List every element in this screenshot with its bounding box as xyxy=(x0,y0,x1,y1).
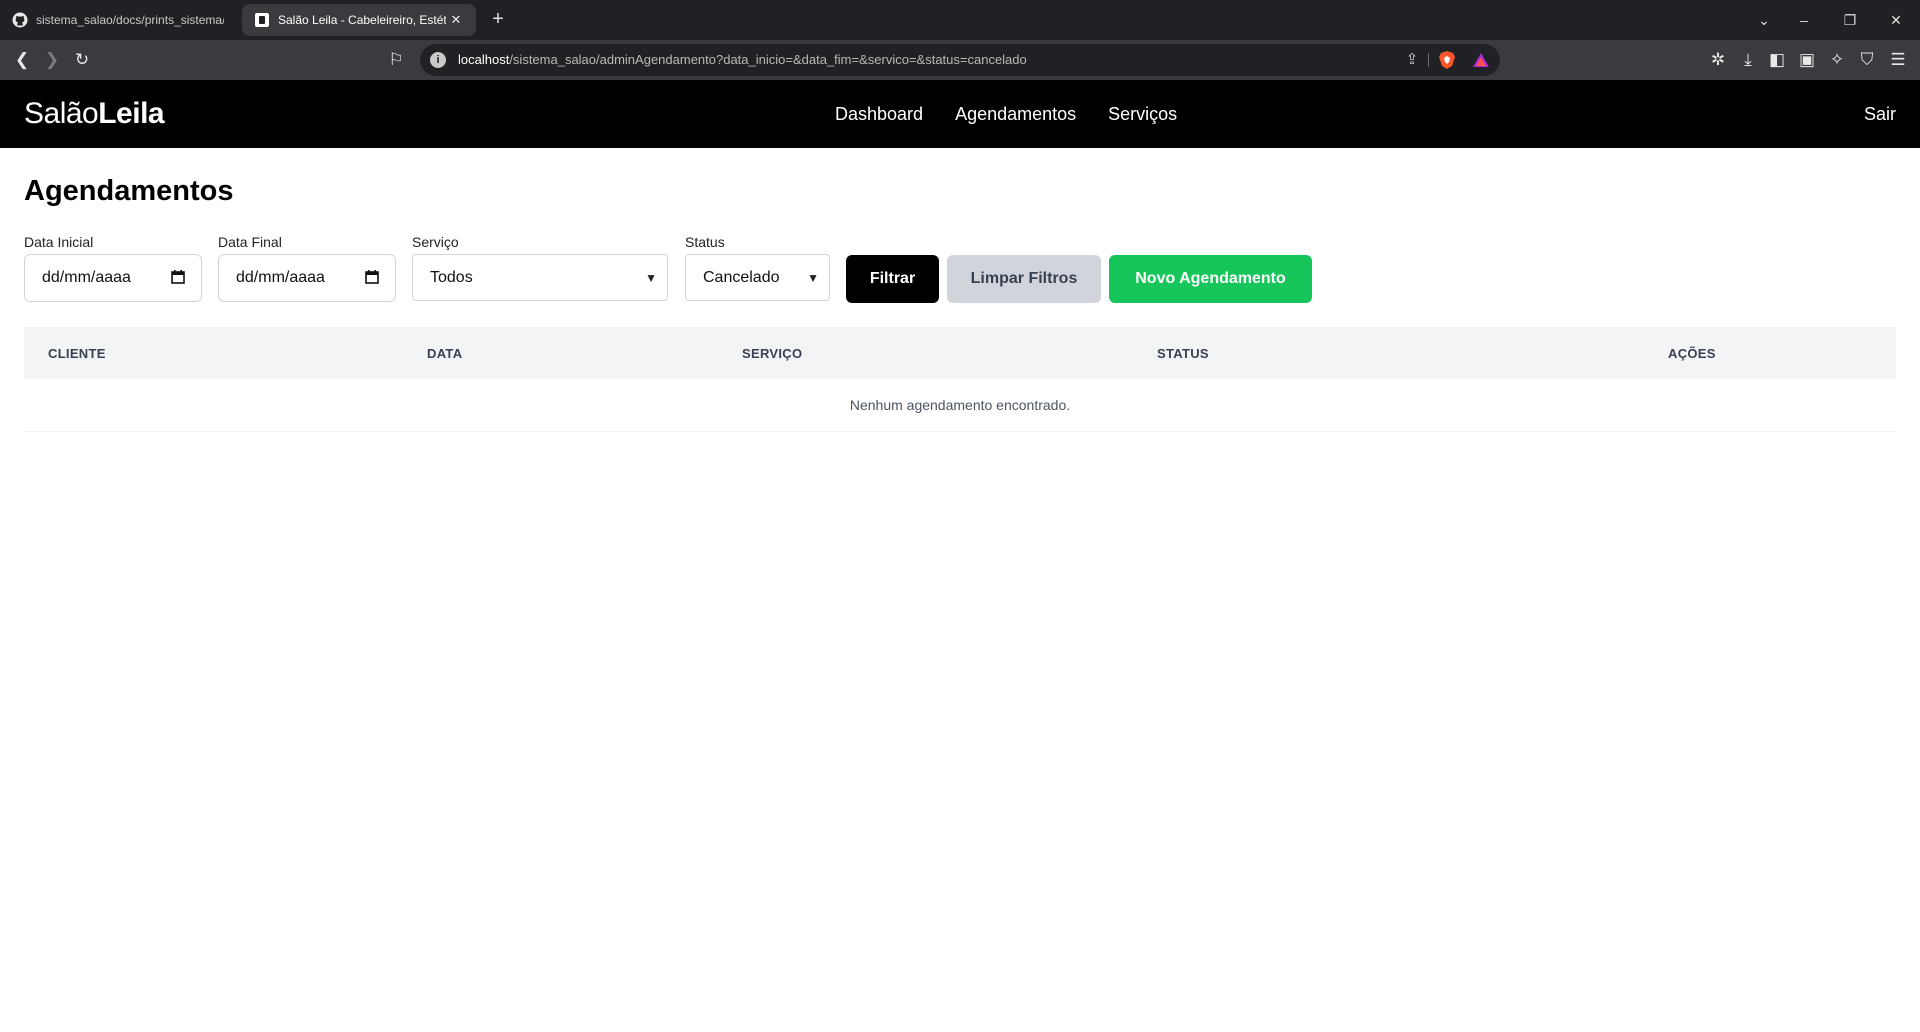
data-final-label: Data Final xyxy=(218,234,282,250)
divider xyxy=(1428,53,1429,67)
bookmark-icon[interactable]: ⚐ xyxy=(384,48,408,72)
site-logo[interactable]: SalãoLeila xyxy=(24,97,165,131)
filters-form: Data Inicial dd/mm/aaaa Data Final dd/mm… xyxy=(24,234,1424,303)
appointments-table: CLIENTE DATA SERVIÇO STATUS AÇÕES Nenhum… xyxy=(24,327,1896,432)
tab-title: sistema_salao/docs/prints_sistema/C xyxy=(36,13,224,27)
tab-search-chevron-icon[interactable]: ⌄ xyxy=(1752,8,1776,32)
data-inicial-value: dd/mm/aaaa xyxy=(42,269,131,286)
servico-select[interactable]: Todos ▼ xyxy=(412,254,668,301)
brave-rewards-icon[interactable] xyxy=(1472,50,1490,70)
address-bar[interactable]: i localhost/sistema_salao/adminAgendamen… xyxy=(420,44,1500,76)
sidebar-icon[interactable]: ◧ xyxy=(1765,48,1789,72)
reload-icon[interactable]: ↻ xyxy=(70,48,94,72)
status-select[interactable]: Cancelado ▼ xyxy=(685,254,830,301)
browser-toolbar: ❮ ❯ ↻ ⚐ i localhost/sistema_salao/adminA… xyxy=(0,40,1920,80)
github-icon xyxy=(12,12,28,28)
url-host: localhost xyxy=(458,52,510,67)
url-path: /sistema_salao/adminAgendamento?data_ini… xyxy=(509,52,1027,67)
downloads-icon[interactable]: ⤓ xyxy=(1736,48,1760,72)
menu-icon[interactable]: ☰ xyxy=(1886,48,1910,72)
chevron-down-icon: ▼ xyxy=(645,271,657,285)
extensions-icon[interactable]: ✲ xyxy=(1706,48,1730,72)
logo-bold: Leila xyxy=(98,97,165,130)
empty-message: Nenhum agendamento encontrado. xyxy=(24,379,1896,432)
nav-agendamentos[interactable]: Agendamentos xyxy=(955,104,1076,125)
data-final-value: dd/mm/aaaa xyxy=(236,269,325,286)
leo-ai-icon[interactable]: ✧ xyxy=(1825,48,1849,72)
close-window-icon[interactable]: ✕ xyxy=(1884,8,1908,32)
filter-data-final: Data Final dd/mm/aaaa xyxy=(218,234,396,302)
calendar-icon[interactable] xyxy=(171,270,185,284)
nav-dashboard[interactable]: Dashboard xyxy=(835,104,923,125)
appointments-table-container: CLIENTE DATA SERVIÇO STATUS AÇÕES Nenhum… xyxy=(24,327,1896,432)
main-nav: Dashboard Agendamentos Serviços xyxy=(835,104,1209,125)
column-header-servico: SERVIÇO xyxy=(742,345,803,361)
logout-link[interactable]: Sair xyxy=(1864,104,1896,125)
chevron-down-icon: ▼ xyxy=(807,271,819,285)
data-inicial-label: Data Inicial xyxy=(24,234,94,250)
browser-tab-github[interactable]: sistema_salao/docs/prints_sistema/C xyxy=(12,4,230,36)
forward-icon[interactable]: ❯ xyxy=(40,48,64,72)
filter-button[interactable]: Filtrar xyxy=(846,255,939,303)
data-final-input[interactable]: dd/mm/aaaa xyxy=(218,254,396,302)
filter-servico: Serviço Todos ▼ xyxy=(412,234,668,301)
vpn-shield-icon[interactable]: ⛉ xyxy=(1855,48,1879,72)
minimize-icon[interactable]: – xyxy=(1792,8,1816,32)
share-icon[interactable]: ⇪ xyxy=(1400,48,1424,72)
brave-shields-icon[interactable] xyxy=(1438,50,1456,70)
nav-servicos[interactable]: Serviços xyxy=(1108,104,1177,125)
browser-tab-active[interactable]: Salão Leila - Cabeleireiro, Estéti ✕ xyxy=(242,4,476,36)
clear-filters-button[interactable]: Limpar Filtros xyxy=(947,255,1101,303)
logo-regular: Salão xyxy=(24,97,99,130)
column-header-acoes: AÇÕES xyxy=(1668,345,1716,361)
back-icon[interactable]: ❮ xyxy=(10,48,34,72)
browser-tab-strip: sistema_salao/docs/prints_sistema/C Salã… xyxy=(0,0,1920,40)
table-header-row: CLIENTE DATA SERVIÇO STATUS AÇÕES xyxy=(24,327,1896,379)
page-title: Agendamentos xyxy=(24,175,234,207)
status-label: Status xyxy=(685,234,725,250)
column-header-cliente: CLIENTE xyxy=(48,345,106,361)
site-favicon-icon xyxy=(255,13,269,27)
filter-status: Status Cancelado ▼ xyxy=(685,234,830,301)
status-value: Cancelado xyxy=(703,269,780,286)
site-header: SalãoLeila Dashboard Agendamentos Serviç… xyxy=(0,80,1920,148)
calendar-icon[interactable] xyxy=(365,270,379,284)
site-info-icon[interactable]: i xyxy=(430,52,446,68)
servico-value: Todos xyxy=(430,269,473,286)
new-tab-icon[interactable]: + xyxy=(488,8,508,32)
url-text: localhost/sistema_salao/adminAgendamento… xyxy=(458,52,1027,67)
close-tab-icon[interactable]: ✕ xyxy=(448,12,464,28)
table-row: Nenhum agendamento encontrado. xyxy=(24,379,1896,432)
filter-data-inicial: Data Inicial dd/mm/aaaa xyxy=(24,234,202,302)
data-inicial-input[interactable]: dd/mm/aaaa xyxy=(24,254,202,302)
column-header-status: STATUS xyxy=(1157,345,1209,361)
restore-icon[interactable]: ❐ xyxy=(1838,8,1862,32)
tab-title: Salão Leila - Cabeleireiro, Estéti xyxy=(278,13,446,27)
servico-label: Serviço xyxy=(412,234,459,250)
column-header-data: DATA xyxy=(427,345,463,361)
new-appointment-button[interactable]: Novo Agendamento xyxy=(1109,255,1312,303)
wallet-icon[interactable]: ▣ xyxy=(1795,48,1819,72)
